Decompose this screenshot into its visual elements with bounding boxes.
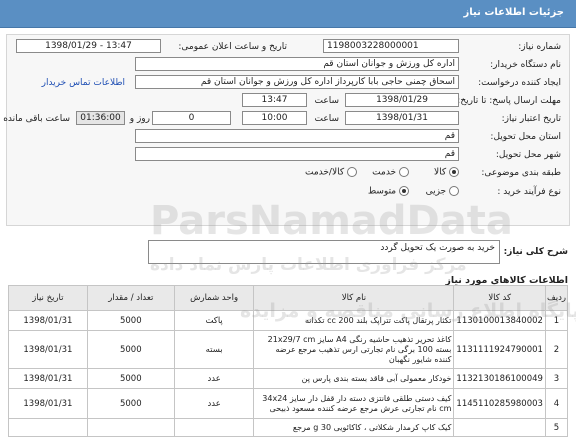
creator-field: اسحاق چمنی حاجی بابا کارپرداز اداره کل و… <box>135 75 459 89</box>
days-label: روز و <box>129 114 150 124</box>
cell-qty <box>86 418 175 437</box>
buyer-contact-link[interactable]: اطلاعات تماس خریدار <box>42 78 125 88</box>
cell-code: 1132130186100049 <box>453 368 546 389</box>
cell-name: کاغذ تحریر تذهیب حاشیه رنگی A4 سایز 21x2… <box>253 330 455 369</box>
radio-icon <box>449 167 459 177</box>
radio-icon <box>399 186 409 196</box>
days-field: 0 <box>152 111 231 125</box>
cell-unit: بسته <box>173 330 255 369</box>
page-title: جزئیات اطلاعات نیاز <box>463 7 564 18</box>
cell-qty: 5000 <box>86 330 175 369</box>
cell-row: 3 <box>544 368 569 389</box>
cell-code: 1145110285980003 <box>453 388 546 419</box>
cell-code <box>453 418 546 437</box>
cell-date: 1398/01/31 <box>8 330 88 369</box>
page-header: جزئیات اطلاعات نیاز <box>0 0 576 28</box>
category-option-goods[interactable]: کالا <box>434 167 459 178</box>
announce-label: تاریخ و ساعت اعلان عمومی: <box>178 42 287 52</box>
remaining-label: ساعت باقی مانده <box>3 114 70 124</box>
cell-row: 2 <box>544 330 569 369</box>
send-time-label: ساعت <box>314 96 340 106</box>
validity-time-label: ساعت <box>314 114 340 124</box>
cell-unit <box>173 418 255 437</box>
send-deadline-time: 13:47 <box>242 93 307 107</box>
validity-date: 1398/01/31 <box>345 111 459 125</box>
buyer-org-label: نام دستگاه خریدار: <box>490 60 561 70</box>
remaining-time: 01:36:00 <box>76 111 125 125</box>
delivery-province-field: قم <box>135 129 459 143</box>
validity-time: 10:00 <box>242 111 307 125</box>
process-option-minor[interactable]: جزیی <box>426 186 459 197</box>
cell-row: 5 <box>544 418 569 437</box>
cell-row: 4 <box>544 388 569 419</box>
description-label: شرح کلی نیاز: <box>503 247 568 257</box>
table-row: 4 1145110285980003 کیف دستی طلقی فانتزی … <box>8 388 569 419</box>
cell-qty: 5000 <box>86 388 175 419</box>
watermark-latin: ParsNamadData <box>150 198 513 244</box>
category-option-goods-service[interactable]: کالا/خدمت <box>305 167 357 178</box>
announce-field: 1398/01/29 - 13:47 <box>16 39 161 53</box>
table-row: 2 1131111924790001 کاغذ تحریر تذهیب حاشی… <box>8 330 569 369</box>
radio-icon <box>399 167 409 177</box>
delivery-city-field: قم <box>135 147 459 161</box>
col-header-qty: تعداد / مقدار <box>86 285 175 311</box>
cell-unit: عدد <box>173 368 255 389</box>
send-deadline-label: مهلت ارسال پاسخ: تا تاریخ: <box>457 96 561 106</box>
delivery-province-label: استان محل تحویل: <box>490 132 561 142</box>
cell-code: 1131111924790001 <box>453 330 546 369</box>
send-deadline-date: 1398/01/29 <box>345 93 459 107</box>
cell-date: 1398/01/31 <box>8 368 88 389</box>
category-label: طبقه بندی موضوعی: <box>481 168 561 178</box>
cell-unit: عدد <box>173 388 255 419</box>
cell-name: کیک کاپ کرمدار شکلاتی ، کاکائویی 30 g مر… <box>253 418 455 437</box>
process-label: نوع فرآیند خرید : <box>497 187 561 197</box>
radio-icon <box>347 167 357 177</box>
cell-date: 1398/01/31 <box>8 388 88 419</box>
watermark-fa-2: پایگاه اطلاع رسانی مناقصه و مزایده <box>240 300 576 322</box>
table-row: 5 کیک کاپ کرمدار شکلاتی ، کاکائویی 30 g … <box>8 418 569 437</box>
cell-name: خودکار معمولی آبی فاقد بسته بندی پارس پن <box>253 368 455 389</box>
validity-label: تاریخ اعتبار نیاز: <box>501 114 561 124</box>
table-row: 3 1132130186100049 خودکار معمولی آبی فاق… <box>8 368 569 389</box>
delivery-city-label: شهر محل تحویل: <box>495 150 561 160</box>
watermark-fa: مرکز فراوری اطلاعات پارس نماد داده <box>150 255 467 275</box>
need-number-field: 1198003228000001 <box>323 39 459 53</box>
process-option-medium[interactable]: متوسط <box>368 186 409 197</box>
cell-qty: 5000 <box>86 368 175 389</box>
radio-icon <box>449 186 459 196</box>
buyer-org-field: اداره کل ورزش و جوانان استان قم <box>135 57 459 71</box>
need-number-label: شماره نیاز: <box>518 42 561 52</box>
cell-name: کیف دستی طلقی فانتزی دسته دار قفل دار سا… <box>253 388 455 419</box>
cell-date: 1398/01/31 <box>8 310 88 331</box>
cell-date <box>8 418 88 437</box>
col-header-date: تاریخ نیاز <box>8 285 88 311</box>
creator-label: ایجاد کننده درخواست: <box>478 78 561 88</box>
category-option-service[interactable]: خدمت <box>372 167 409 178</box>
cell-qty: 5000 <box>86 310 175 331</box>
